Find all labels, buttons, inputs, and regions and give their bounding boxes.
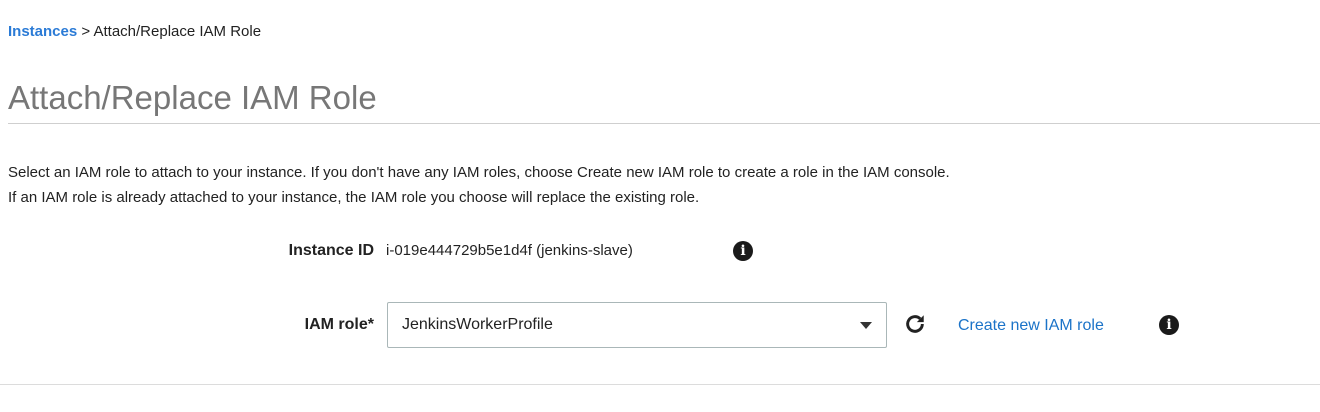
breadcrumb: Instances > Attach/Replace IAM Role	[8, 22, 261, 42]
breadcrumb-current: Attach/Replace IAM Role	[93, 23, 262, 40]
description-line-2: If an IAM role is already attached to yo…	[8, 189, 700, 206]
bottom-divider	[0, 384, 1320, 385]
iam-role-select[interactable]: JenkinsWorkerProfile	[387, 302, 887, 348]
create-new-iam-role-link[interactable]: Create new IAM role	[958, 316, 1104, 336]
info-icon[interactable]: i	[1159, 315, 1179, 335]
refresh-icon[interactable]	[904, 313, 926, 335]
instance-id-value: i-019e444729b5e1d4f (jenkins-slave)	[386, 242, 633, 259]
chevron-down-icon	[860, 322, 872, 329]
page-description: Select an IAM role to attach to your ins…	[8, 160, 950, 210]
info-icon[interactable]: i	[733, 241, 753, 261]
iam-role-selected-value: JenkinsWorkerProfile	[402, 316, 553, 333]
iam-role-label: IAM role*	[304, 316, 374, 333]
breadcrumb-instances-link[interactable]: Instances	[8, 23, 77, 40]
description-line-1: Select an IAM role to attach to your ins…	[8, 164, 950, 181]
attach-replace-iam-role-page: Instances > Attach/Replace IAM Role Atta…	[0, 0, 1320, 412]
breadcrumb-separator: >	[77, 23, 94, 40]
title-divider	[8, 123, 1320, 124]
page-title: Attach/Replace IAM Role	[8, 79, 377, 116]
instance-id-label: Instance ID	[288, 242, 374, 259]
